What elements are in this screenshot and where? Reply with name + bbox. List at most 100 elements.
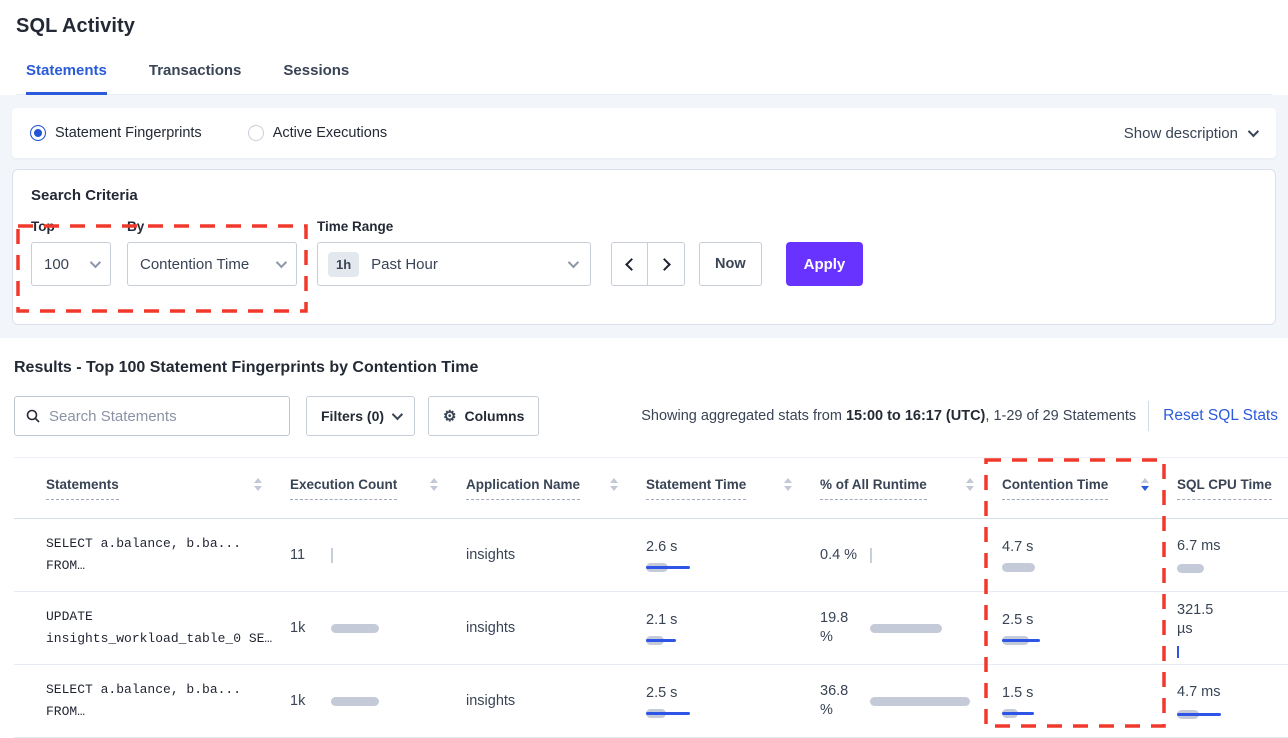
top-select[interactable]: 100 — [31, 242, 111, 286]
pct-runtime-bar — [870, 697, 982, 706]
by-select-value: Contention Time — [140, 256, 249, 273]
contention-time-bar — [1002, 709, 1114, 718]
sort-carets-icon[interactable] — [254, 478, 262, 491]
by-label: By — [127, 219, 297, 234]
search-statements-box — [14, 396, 290, 436]
column-header-application-name[interactable]: Application Name — [466, 477, 646, 500]
sort-carets-icon[interactable] — [610, 478, 618, 491]
pct-runtime-cell: 19.8 % — [820, 609, 1002, 647]
time-range-pager — [611, 242, 685, 286]
sql-cpu-time-cell: 6.7 ms — [1177, 537, 1288, 573]
reset-sql-stats-link[interactable]: Reset SQL Stats — [1163, 407, 1282, 425]
time-range-value: Past Hour — [371, 256, 568, 273]
statement-time-cell: 2.5 s — [646, 685, 820, 718]
execution-count-cell: 11 — [290, 547, 466, 563]
statement-time-bar — [646, 709, 758, 718]
time-range-field: Time Range 1h Past Hour — [317, 219, 591, 286]
table-row: SELECT a.balance, b.ba... FROM… 1k insig… — [14, 665, 1288, 738]
statement-link[interactable]: UPDATE insights_workload_table_0 SE… — [46, 606, 290, 650]
tab-bar: Statements Transactions Sessions — [16, 62, 1272, 95]
columns-button[interactable]: ⚙ Columns — [428, 396, 539, 436]
contention-time-bar — [1002, 563, 1114, 572]
time-range-badge: 1h — [328, 252, 359, 277]
table-row: UPDATE insights_workload_table_0 SE… 1k … — [14, 592, 1288, 665]
results-zone: Results - Top 100 Statement Fingerprints… — [0, 338, 1288, 738]
radio-selected-icon[interactable] — [30, 125, 46, 141]
chevron-down-icon — [90, 257, 101, 268]
by-select[interactable]: Contention Time — [127, 242, 297, 286]
execution-count-bar — [331, 697, 443, 706]
sort-carets-icon[interactable] — [430, 478, 438, 491]
chevron-down-icon — [568, 257, 579, 268]
time-range-select[interactable]: 1h Past Hour — [317, 242, 591, 286]
view-mode-bar: Statement Fingerprints Active Executions… — [12, 108, 1276, 158]
show-description-label: Show description — [1124, 125, 1238, 142]
by-field: By Contention Time — [127, 219, 297, 286]
contention-time-cell: 2.5 s — [1002, 612, 1177, 645]
tab-statements[interactable]: Statements — [26, 62, 107, 95]
column-header-statements[interactable]: Statements — [46, 477, 290, 500]
application-name-cell: insights — [466, 620, 646, 636]
chevron-down-icon — [1248, 126, 1259, 137]
column-header-execution-count[interactable]: Execution Count — [290, 477, 466, 500]
statement-time-cell: 2.6 s — [646, 539, 820, 572]
next-time-range-button[interactable] — [648, 243, 684, 285]
table-row: SELECT a.balance, b.ba... FROM… 11 insig… — [14, 519, 1288, 592]
statement-time-cell: 2.1 s — [646, 612, 820, 645]
chevron-left-icon — [625, 258, 638, 271]
table-header-row: Statements Execution Count Application N… — [14, 457, 1288, 519]
application-name-cell: insights — [466, 547, 646, 563]
column-header-sql-cpu-time[interactable]: SQL CPU Time — [1177, 477, 1288, 500]
apply-button[interactable]: Apply — [786, 242, 864, 286]
sql-cpu-time-cell: 321.5 µs — [1177, 601, 1288, 656]
page-header: SQL Activity Statements Transactions Ses… — [0, 0, 1288, 95]
sort-carets-icon[interactable] — [966, 478, 974, 491]
stats-time-range: 15:00 to 16:17 (UTC) — [846, 408, 985, 424]
sql-cpu-time-bar — [1177, 647, 1288, 656]
statement-link[interactable]: SELECT a.balance, b.ba... FROM… — [46, 533, 290, 577]
active-executions-radio[interactable]: Active Executions — [248, 125, 387, 141]
contention-time-cell: 4.7 s — [1002, 539, 1177, 572]
search-criteria-card: Search Criteria Top 100 By Contention Ti… — [12, 169, 1276, 325]
sort-carets-icon[interactable] — [784, 478, 792, 491]
statement-fingerprints-label: Statement Fingerprints — [55, 125, 202, 141]
aggregated-stats-text: Showing aggregated stats from 15:00 to 1… — [641, 408, 1136, 424]
search-statements-input[interactable] — [49, 408, 279, 425]
now-button[interactable]: Now — [699, 242, 762, 286]
contention-time-bar — [1002, 636, 1114, 645]
tab-transactions[interactable]: Transactions — [149, 62, 242, 94]
filters-button[interactable]: Filters (0) — [306, 396, 415, 436]
column-header-statement-time[interactable]: Statement Time — [646, 477, 820, 500]
pct-runtime-bar — [870, 551, 982, 560]
sort-carets-icon[interactable] — [1141, 478, 1149, 491]
sql-cpu-time-bar — [1177, 710, 1288, 719]
top-select-value: 100 — [44, 256, 69, 273]
column-header-contention-time[interactable]: Contention Time — [1002, 477, 1177, 500]
contention-time-cell: 1.5 s — [1002, 685, 1177, 718]
column-header-pct-runtime[interactable]: % of All Runtime — [820, 477, 1002, 500]
statement-time-bar — [646, 636, 758, 645]
radio-unselected-icon[interactable] — [248, 125, 264, 141]
chevron-down-icon — [392, 409, 403, 420]
tab-sessions[interactable]: Sessions — [283, 62, 349, 94]
active-executions-label: Active Executions — [273, 125, 387, 141]
execution-count-cell: 1k — [290, 620, 466, 636]
results-toolbar: Filters (0) ⚙ Columns Showing aggregated… — [14, 396, 1288, 436]
top-field: Top 100 — [31, 219, 111, 286]
show-description-toggle[interactable]: Show description — [1124, 125, 1256, 142]
search-criteria-heading: Search Criteria — [31, 187, 1257, 204]
previous-time-range-button[interactable] — [612, 243, 648, 285]
sql-cpu-time-cell: 4.7 ms — [1177, 683, 1288, 719]
pct-runtime-bar — [870, 624, 982, 633]
time-range-label: Time Range — [317, 219, 591, 234]
sql-cpu-time-bar — [1177, 564, 1288, 573]
execution-count-bar — [331, 624, 443, 633]
statement-fingerprints-radio[interactable]: Statement Fingerprints — [30, 125, 202, 141]
chevron-right-icon — [658, 258, 671, 271]
statement-link[interactable]: SELECT a.balance, b.ba... FROM… — [46, 679, 290, 723]
search-icon — [25, 408, 41, 424]
gear-icon: ⚙ — [443, 409, 456, 424]
columns-label: Columns — [464, 408, 524, 424]
execution-count-cell: 1k — [290, 693, 466, 709]
chevron-down-icon — [276, 257, 287, 268]
